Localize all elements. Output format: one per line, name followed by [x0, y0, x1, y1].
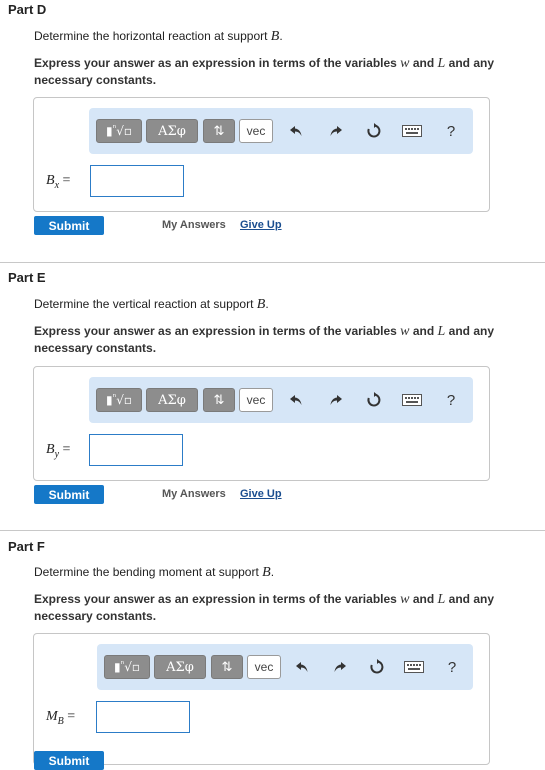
keyboard-icon[interactable]: [401, 390, 423, 410]
part-f: Part F Determine the bending moment at s…: [0, 538, 545, 770]
reset-icon[interactable]: [364, 121, 384, 141]
submit-button[interactable]: Submit: [34, 485, 104, 504]
answer-instructions: Express your answer as an expression in …: [34, 324, 495, 355]
keyboard-icon[interactable]: [403, 657, 425, 677]
math-toolbar: ▮ⁿ√▫ ΑΣφ ⇅ vec ?: [97, 644, 473, 690]
templates-icon: ▮ⁿ√▫: [114, 660, 140, 674]
arrows-button[interactable]: ⇅: [203, 388, 235, 412]
answer-input[interactable]: [90, 165, 184, 197]
my-answers-link[interactable]: My Answers: [162, 219, 226, 231]
redo-icon[interactable]: [330, 657, 350, 677]
symbols-button[interactable]: ΑΣφ: [146, 388, 198, 412]
submit-button[interactable]: Submit: [34, 751, 104, 770]
give-up-link[interactable]: Give Up: [240, 488, 282, 500]
templates-button[interactable]: ▮ⁿ√▫: [96, 388, 142, 412]
part-title: Part E: [8, 270, 46, 285]
answer-input[interactable]: [96, 701, 190, 733]
symbols-button[interactable]: ΑΣφ: [154, 655, 206, 679]
answer-label: Bx =: [46, 173, 71, 191]
submit-button[interactable]: Submit: [34, 216, 104, 235]
keyboard-icon[interactable]: [401, 121, 423, 141]
help-icon[interactable]: ?: [441, 121, 461, 141]
templates-button[interactable]: ▮ⁿ√▫: [96, 119, 142, 143]
answer-label: By =: [46, 442, 71, 460]
vec-button[interactable]: vec: [239, 388, 273, 412]
part-divider: [0, 530, 545, 531]
my-answers-link[interactable]: My Answers: [162, 488, 226, 500]
reset-icon[interactable]: [367, 657, 387, 677]
answer-instructions: Express your answer as an expression in …: [34, 592, 495, 623]
answer-box: ▮ⁿ√▫ ΑΣφ ⇅ vec ? By =: [33, 366, 490, 481]
part-prompt: Determine the horizontal reaction at sup…: [34, 29, 283, 44]
math-toolbar: ▮ⁿ√▫ ΑΣφ ⇅ vec ?: [89, 377, 473, 423]
undo-icon[interactable]: [286, 390, 306, 410]
reset-icon[interactable]: [364, 390, 384, 410]
part-divider: [0, 262, 545, 263]
math-toolbar: ▮ⁿ√▫ ΑΣφ ⇅ vec ?: [89, 108, 473, 154]
answer-input[interactable]: [89, 434, 183, 466]
redo-icon[interactable]: [326, 121, 346, 141]
help-icon[interactable]: ?: [442, 657, 462, 677]
part-d: Part D Determine the horizontal reaction…: [0, 0, 545, 262]
help-icon[interactable]: ?: [441, 390, 461, 410]
vec-button[interactable]: vec: [239, 119, 273, 143]
undo-icon[interactable]: [292, 657, 312, 677]
part-prompt: Determine the bending moment at support …: [34, 565, 275, 580]
answer-instructions: Express your answer as an expression in …: [34, 56, 495, 87]
part-title: Part F: [8, 539, 45, 554]
answer-box: ▮ⁿ√▫ ΑΣφ ⇅ vec ? Bx =: [33, 97, 490, 212]
redo-icon[interactable]: [326, 390, 346, 410]
arrows-button[interactable]: ⇅: [211, 655, 243, 679]
give-up-link[interactable]: Give Up: [240, 219, 282, 231]
templates-icon: ▮ⁿ√▫: [106, 124, 132, 138]
answer-box: ▮ⁿ√▫ ΑΣφ ⇅ vec ? MB =: [33, 633, 490, 765]
templates-icon: ▮ⁿ√▫: [106, 393, 132, 407]
undo-icon[interactable]: [286, 121, 306, 141]
symbols-button[interactable]: ΑΣφ: [146, 119, 198, 143]
part-prompt: Determine the vertical reaction at suppo…: [34, 297, 269, 312]
vec-button[interactable]: vec: [247, 655, 281, 679]
answer-label: MB =: [46, 709, 76, 727]
part-e: Part E Determine the vertical reaction a…: [0, 270, 545, 530]
part-title: Part D: [8, 2, 47, 17]
templates-button[interactable]: ▮ⁿ√▫: [104, 655, 150, 679]
arrows-button[interactable]: ⇅: [203, 119, 235, 143]
